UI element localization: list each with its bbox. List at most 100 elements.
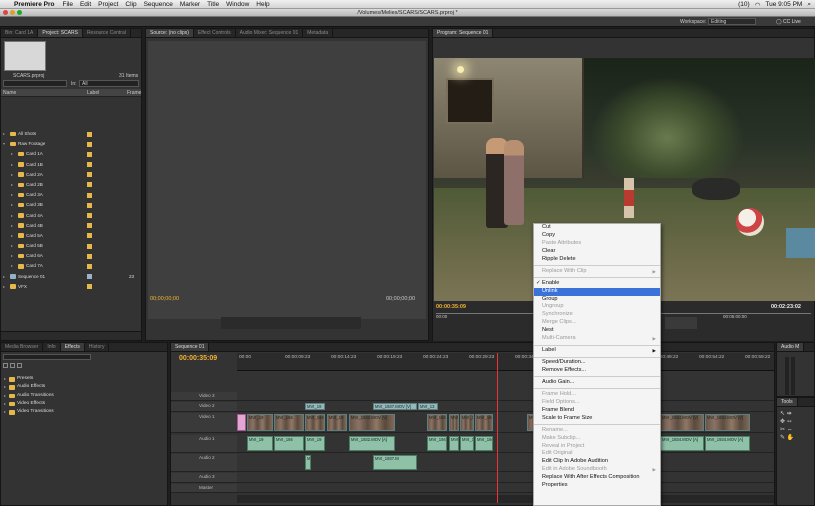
- context-item-audio-gain[interactable]: Audio Gain...: [534, 379, 660, 387]
- timeline-clip[interactable]: MVI_1937.MOV [V]: [373, 403, 417, 410]
- lane-audio-1[interactable]: MVI_19 MVI_194 MVI_19 MVI_1932.MOV [A] MVI_1…: [237, 435, 774, 453]
- context-item-edit-clip-in-adobe-audition[interactable]: Edit Clip In Adobe Audition: [534, 458, 660, 466]
- tab-sequence-01[interactable]: Sequence 01: [171, 343, 210, 351]
- timeline-clip[interactable]: MVI_19: [305, 403, 325, 410]
- bin-item[interactable]: ▸ VFX: [1, 282, 141, 292]
- timeline-clip[interactable]: MVI_194: [427, 436, 447, 451]
- timeline-clip[interactable]: MVI_194: [305, 414, 325, 431]
- menu-file[interactable]: File: [62, 1, 72, 8]
- track-video-2[interactable]: Video 2: [171, 402, 237, 412]
- program-transport-controls[interactable]: [665, 317, 697, 329]
- lane-audio-2[interactable]: M MVI_1937.M: [237, 454, 774, 472]
- bin-item[interactable]: ▸ Card 2A: [1, 170, 141, 180]
- lane-video-2[interactable]: MVI_19 MVI_1937.MOV [V] MVI_13: [237, 402, 774, 412]
- disclosure-icon[interactable]: ▸: [11, 221, 13, 231]
- context-item-clear[interactable]: Clear: [534, 248, 660, 256]
- context-item-unlink[interactable]: Unlink: [534, 287, 660, 296]
- disclosure-icon[interactable]: ▸: [11, 231, 13, 241]
- disclosure-icon[interactable]: ▸: [11, 241, 13, 251]
- lane-audio-3[interactable]: [237, 473, 774, 483]
- col-frame[interactable]: Frame: [127, 89, 141, 97]
- bin-item[interactable]: ▸ Card 4B: [1, 221, 141, 231]
- bin-item[interactable]: ▸ Card 1A: [1, 149, 141, 159]
- spotlight-icon[interactable]: ⌕: [807, 1, 811, 9]
- tab-resource-central[interactable]: Resource Central: [83, 29, 131, 37]
- timeline-clip[interactable]: MVI_194: [475, 436, 493, 451]
- lane-video-1[interactable]: MVI_19 MVI_194 MVI_194 MVI_19 MVI_1932.MOV […: [237, 413, 774, 433]
- timeline-timecode[interactable]: 00:00:35:09: [179, 355, 217, 362]
- effects-item-video-transitions[interactable]: ▸ Video Transitions: [3, 408, 54, 416]
- timeline-clip[interactable]: MVI_1934.MOV [A]: [660, 436, 704, 451]
- track-audio-2[interactable]: Audio 2: [171, 454, 237, 472]
- context-item-frame-blend[interactable]: Frame Blend: [534, 407, 660, 415]
- bin-item[interactable]: ▸ Card 2B: [1, 180, 141, 190]
- workspace-select[interactable]: Editing: [708, 18, 756, 25]
- timeline-clip[interactable]: MVI_13: [418, 403, 438, 410]
- effects-item-audio-effects[interactable]: ▸ Audio Effects: [3, 383, 54, 391]
- timeline-clip[interactable]: MVI_1934.MOV [V]: [660, 414, 704, 431]
- tab-media-browser[interactable]: Media Browser: [1, 343, 44, 351]
- context-item-cut[interactable]: Cut: [534, 224, 660, 232]
- effects-item-presets[interactable]: ▸ Presets: [3, 375, 54, 383]
- tab-audio-meters[interactable]: Audio M: [777, 343, 805, 351]
- bin-item[interactable]: ▸ Card 7A: [1, 261, 141, 271]
- timeline-clip[interactable]: M: [305, 455, 311, 470]
- tab-tools[interactable]: Tools: [777, 398, 798, 406]
- source-timecode-in[interactable]: 00;00;00;00: [150, 296, 179, 302]
- wifi-icon[interactable]: ◠: [755, 1, 761, 9]
- menu-help[interactable]: Help: [256, 1, 269, 8]
- disclosure-icon[interactable]: ▸: [11, 170, 13, 180]
- context-item-nest[interactable]: Nest: [534, 327, 660, 335]
- clock[interactable]: Tue 9:05 PM: [765, 1, 802, 8]
- context-item-replace-with-after-effects-composition[interactable]: Replace With After Effects Composition: [534, 474, 660, 482]
- timeline-clip[interactable]: MVI_19: [449, 414, 459, 431]
- col-name[interactable]: Name: [3, 89, 16, 97]
- zoom-window-button[interactable]: [17, 10, 22, 15]
- bin-item[interactable]: ▸ Card 1B: [1, 160, 141, 170]
- menu-clip[interactable]: Clip: [125, 1, 136, 8]
- timeline-clip[interactable]: MVI_194: [274, 436, 304, 451]
- context-item-properties[interactable]: Properties: [534, 482, 660, 490]
- track-video-1[interactable]: Video 1: [171, 413, 237, 433]
- tab-history[interactable]: History: [85, 343, 110, 351]
- tab-program[interactable]: Program: Sequence 01: [433, 29, 494, 37]
- bin-item[interactable]: ▸ Card 3B: [1, 200, 141, 210]
- bin-item[interactable]: ▸ Card 5A: [1, 231, 141, 241]
- disclosure-icon[interactable]: ▾: [3, 139, 5, 149]
- timeline-clip[interactable]: MVI_1934.MOV [A]: [705, 436, 750, 451]
- tab-project[interactable]: Project: SCARS: [38, 29, 83, 37]
- menu-edit[interactable]: Edit: [80, 1, 91, 8]
- program-timecode[interactable]: 00:00:35:09: [436, 304, 466, 310]
- timeline-playhead[interactable]: [497, 353, 498, 503]
- timeline-clip[interactable]: MVI_19: [305, 436, 325, 451]
- track-master[interactable]: Master: [171, 484, 237, 493]
- context-item-enable[interactable]: ✓ Enable: [534, 280, 660, 288]
- timeline-scrollbar[interactable]: [237, 495, 774, 503]
- track-audio-3[interactable]: Audio 3: [171, 473, 237, 483]
- bin-item[interactable]: ▸ All Shots: [1, 129, 141, 139]
- timeline-clip[interactable]: MVI_19: [449, 436, 459, 451]
- disclosure-icon[interactable]: ▸: [3, 272, 5, 282]
- track-audio-1[interactable]: Audio 1: [171, 435, 237, 453]
- track-video-3[interactable]: Video 3: [171, 392, 237, 401]
- menu-marker[interactable]: Marker: [180, 1, 200, 8]
- tab-metadata[interactable]: Metadata: [303, 29, 334, 37]
- effects-filter-icons[interactable]: [3, 363, 24, 370]
- context-item-remove-effects[interactable]: Remove Effects...: [534, 367, 660, 375]
- menu-window[interactable]: Window: [226, 1, 249, 8]
- project-search-input[interactable]: [3, 80, 67, 87]
- bin-item[interactable]: ▸ Sequence 01 23: [1, 272, 141, 282]
- timeline-clip[interactable]: MVI_1937.M: [373, 455, 417, 470]
- disclosure-icon[interactable]: ▸: [3, 282, 5, 292]
- disclosure-icon[interactable]: ▸: [11, 261, 13, 271]
- disclosure-icon[interactable]: ▸: [11, 180, 13, 190]
- tab-audio-mixer[interactable]: Audio Mixer: Sequence 01: [236, 29, 304, 37]
- timeline-clip[interactable]: MVI_1932.MOV [A]: [349, 436, 395, 451]
- timeline-clip-adjustment[interactable]: [237, 414, 246, 431]
- tab-source[interactable]: Source: (no clips): [146, 29, 194, 37]
- menu-sequence[interactable]: Sequence: [144, 1, 173, 8]
- disclosure-icon[interactable]: ▸: [11, 190, 13, 200]
- tab-info[interactable]: Info: [43, 343, 61, 351]
- timeline-clip[interactable]: MVI_19: [247, 414, 273, 431]
- tab-bin-card-1a[interactable]: Bin: Card 1A: [1, 29, 39, 37]
